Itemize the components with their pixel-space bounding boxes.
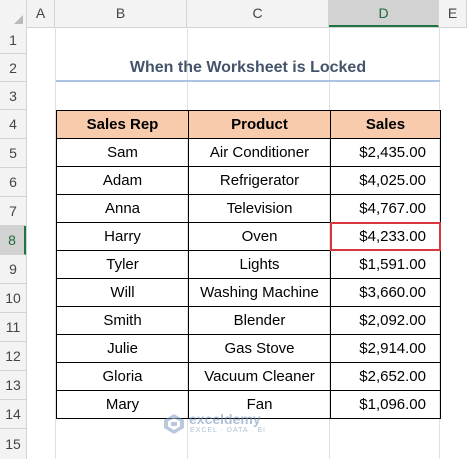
table-row: Harry Oven $4,233.00: [56, 222, 442, 252]
row-header-13[interactable]: 13: [0, 371, 26, 400]
select-all-button[interactable]: [0, 0, 27, 27]
column-header-e[interactable]: E: [439, 0, 467, 27]
cell-sales-rep[interactable]: Gloria: [56, 362, 189, 391]
table-header-row: Sales Rep Product Sales: [56, 110, 441, 139]
cell-sales-rep[interactable]: Will: [56, 278, 189, 307]
cell-sales[interactable]: $2,914.00: [330, 334, 441, 363]
cell-sales-rep[interactable]: Harry: [56, 222, 189, 251]
cell-sales[interactable]: $3,660.00: [330, 278, 441, 307]
row-header-15[interactable]: 15: [0, 429, 26, 459]
table-row: Adam Refrigerator $4,025.00: [56, 166, 441, 195]
table-row: Will Washing Machine $3,660.00: [56, 278, 441, 307]
table-row: Tyler Lights $1,591.00: [56, 250, 441, 279]
row-header-14[interactable]: 14: [0, 400, 26, 429]
cell-product[interactable]: Gas Stove: [188, 334, 331, 363]
exceldemy-logo-icon: [164, 414, 184, 434]
cell-sales[interactable]: $4,025.00: [330, 166, 441, 195]
watermark-subtitle: EXCEL · DATA · BI: [190, 427, 266, 434]
table-row: Anna Television $4,767.00: [56, 194, 441, 223]
row-header-4[interactable]: 4: [0, 110, 26, 139]
row-header-6[interactable]: 6: [0, 168, 26, 197]
watermark-name: exceldemy: [189, 411, 261, 427]
column-header-c[interactable]: C: [187, 0, 329, 27]
active-cell-d8[interactable]: $4,233.00: [330, 222, 442, 252]
table-row: Julie Gas Stove $2,914.00: [56, 334, 441, 363]
row-header-9[interactable]: 9: [0, 255, 26, 284]
header-sales-rep[interactable]: Sales Rep: [56, 110, 189, 139]
column-header-a[interactable]: A: [27, 0, 55, 27]
cell-product[interactable]: Washing Machine: [188, 278, 331, 307]
table-row: Sam Air Conditioner $2,435.00: [56, 138, 441, 167]
cell-sales[interactable]: $2,652.00: [330, 362, 441, 391]
cell-sales-rep[interactable]: Anna: [56, 194, 189, 223]
row-header-2[interactable]: 2: [0, 54, 26, 82]
cell-sales-rep[interactable]: Sam: [56, 138, 189, 167]
table-row: Smith Blender $2,092.00: [56, 306, 441, 335]
sales-table: Sales Rep Product Sales Sam Air Conditio…: [56, 110, 442, 419]
header-sales[interactable]: Sales: [330, 110, 441, 139]
cell-product[interactable]: Blender: [188, 306, 331, 335]
cell-sales[interactable]: $1,096.00: [330, 390, 441, 419]
row-header-11[interactable]: 11: [0, 313, 26, 342]
cell-product[interactable]: Oven: [188, 222, 331, 251]
cell-sales[interactable]: $1,591.00: [330, 250, 441, 279]
row-header-8[interactable]: 8: [0, 226, 26, 255]
cell-product[interactable]: Lights: [188, 250, 331, 279]
row-header-1[interactable]: 1: [0, 27, 26, 54]
cell-product[interactable]: Refrigerator: [188, 166, 331, 195]
cell-sales[interactable]: $4,767.00: [330, 194, 441, 223]
row-header-3[interactable]: 3: [0, 82, 26, 110]
worksheet: A B C D E 1 2 3 4 5 6 7 8 9 10 11 12 13 …: [0, 0, 467, 459]
table-row: Gloria Vacuum Cleaner $2,652.00: [56, 362, 441, 391]
row-header-5[interactable]: 5: [0, 139, 26, 168]
cell-sales[interactable]: $2,435.00: [330, 138, 441, 167]
column-header-d[interactable]: D: [329, 0, 439, 27]
header-product[interactable]: Product: [188, 110, 331, 139]
cell-product[interactable]: Air Conditioner: [188, 138, 331, 167]
cell-sales-rep[interactable]: Tyler: [56, 250, 189, 279]
cell-sales-rep[interactable]: Smith: [56, 306, 189, 335]
cell-sales-rep[interactable]: Julie: [56, 334, 189, 363]
column-header-bar: A B C D E: [0, 0, 467, 28]
row-header-10[interactable]: 10: [0, 284, 26, 313]
row-header-bar: 1 2 3 4 5 6 7 8 9 10 11 12 13 14 15: [0, 27, 27, 459]
column-header-b[interactable]: B: [55, 0, 187, 27]
cell-sales[interactable]: $2,092.00: [330, 306, 441, 335]
cell-sales-rep[interactable]: Adam: [56, 166, 189, 195]
row-header-12[interactable]: 12: [0, 342, 26, 371]
row-header-7[interactable]: 7: [0, 197, 26, 226]
cell-product[interactable]: Television: [188, 194, 331, 223]
sheet-title[interactable]: When the Worksheet is Locked: [56, 54, 440, 82]
cell-product[interactable]: Vacuum Cleaner: [188, 362, 331, 391]
